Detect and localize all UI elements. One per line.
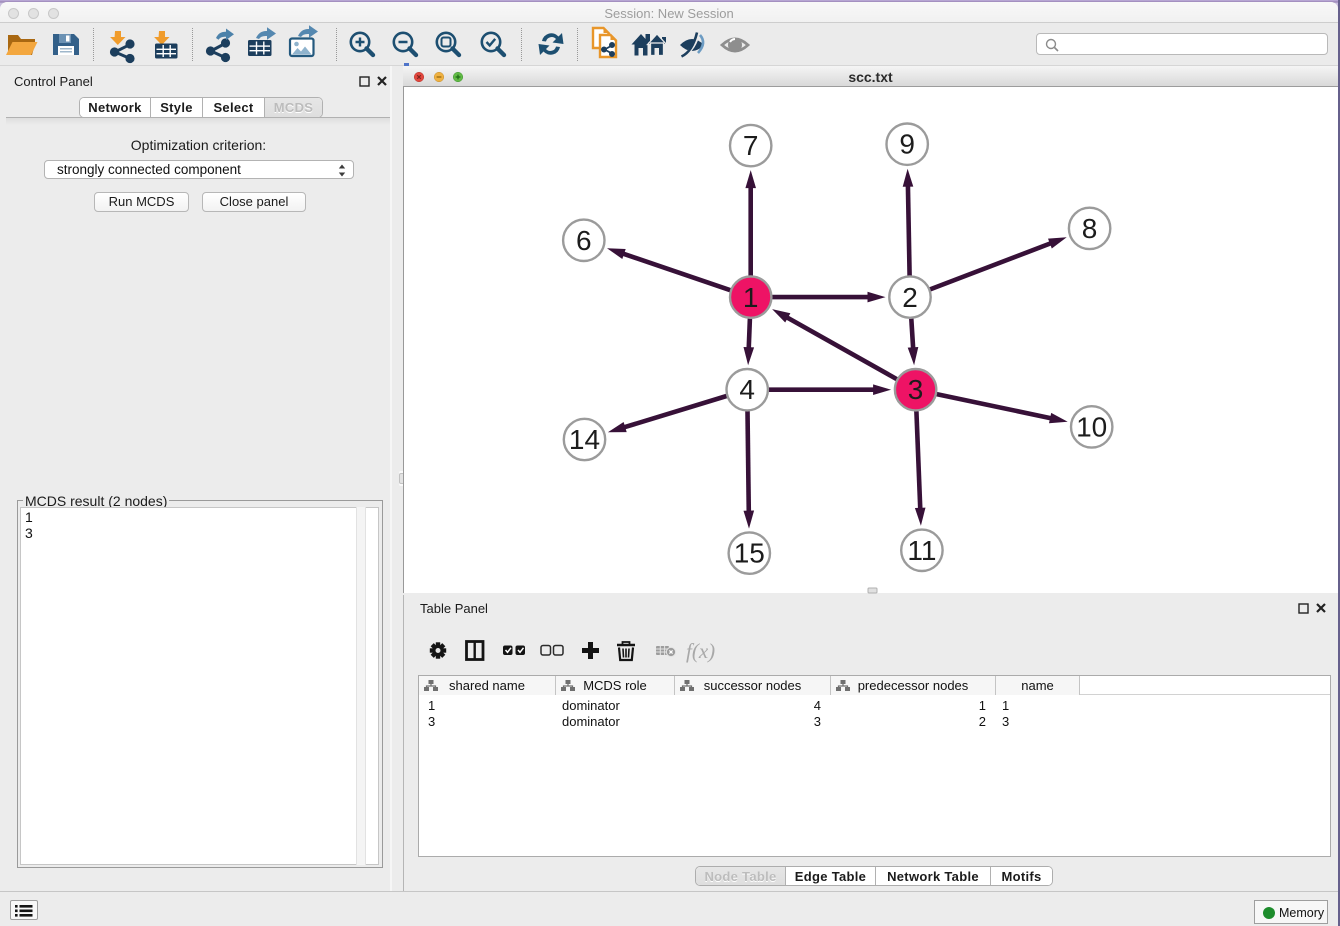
svg-text:15: 15 <box>733 538 764 569</box>
svg-text:10: 10 <box>1076 411 1107 442</box>
svg-text:3: 3 <box>907 374 923 405</box>
svg-text:11: 11 <box>907 535 936 566</box>
svg-text:6: 6 <box>576 225 592 256</box>
svg-text:f(x): f(x) <box>686 639 715 663</box>
svg-text:2: 2 <box>902 282 918 313</box>
svg-text:14: 14 <box>568 424 599 455</box>
svg-text:4: 4 <box>739 374 755 405</box>
svg-text:1: 1 <box>742 282 758 313</box>
svg-text:9: 9 <box>899 129 915 160</box>
svg-text:7: 7 <box>742 130 758 161</box>
svg-text:8: 8 <box>1081 213 1097 244</box>
